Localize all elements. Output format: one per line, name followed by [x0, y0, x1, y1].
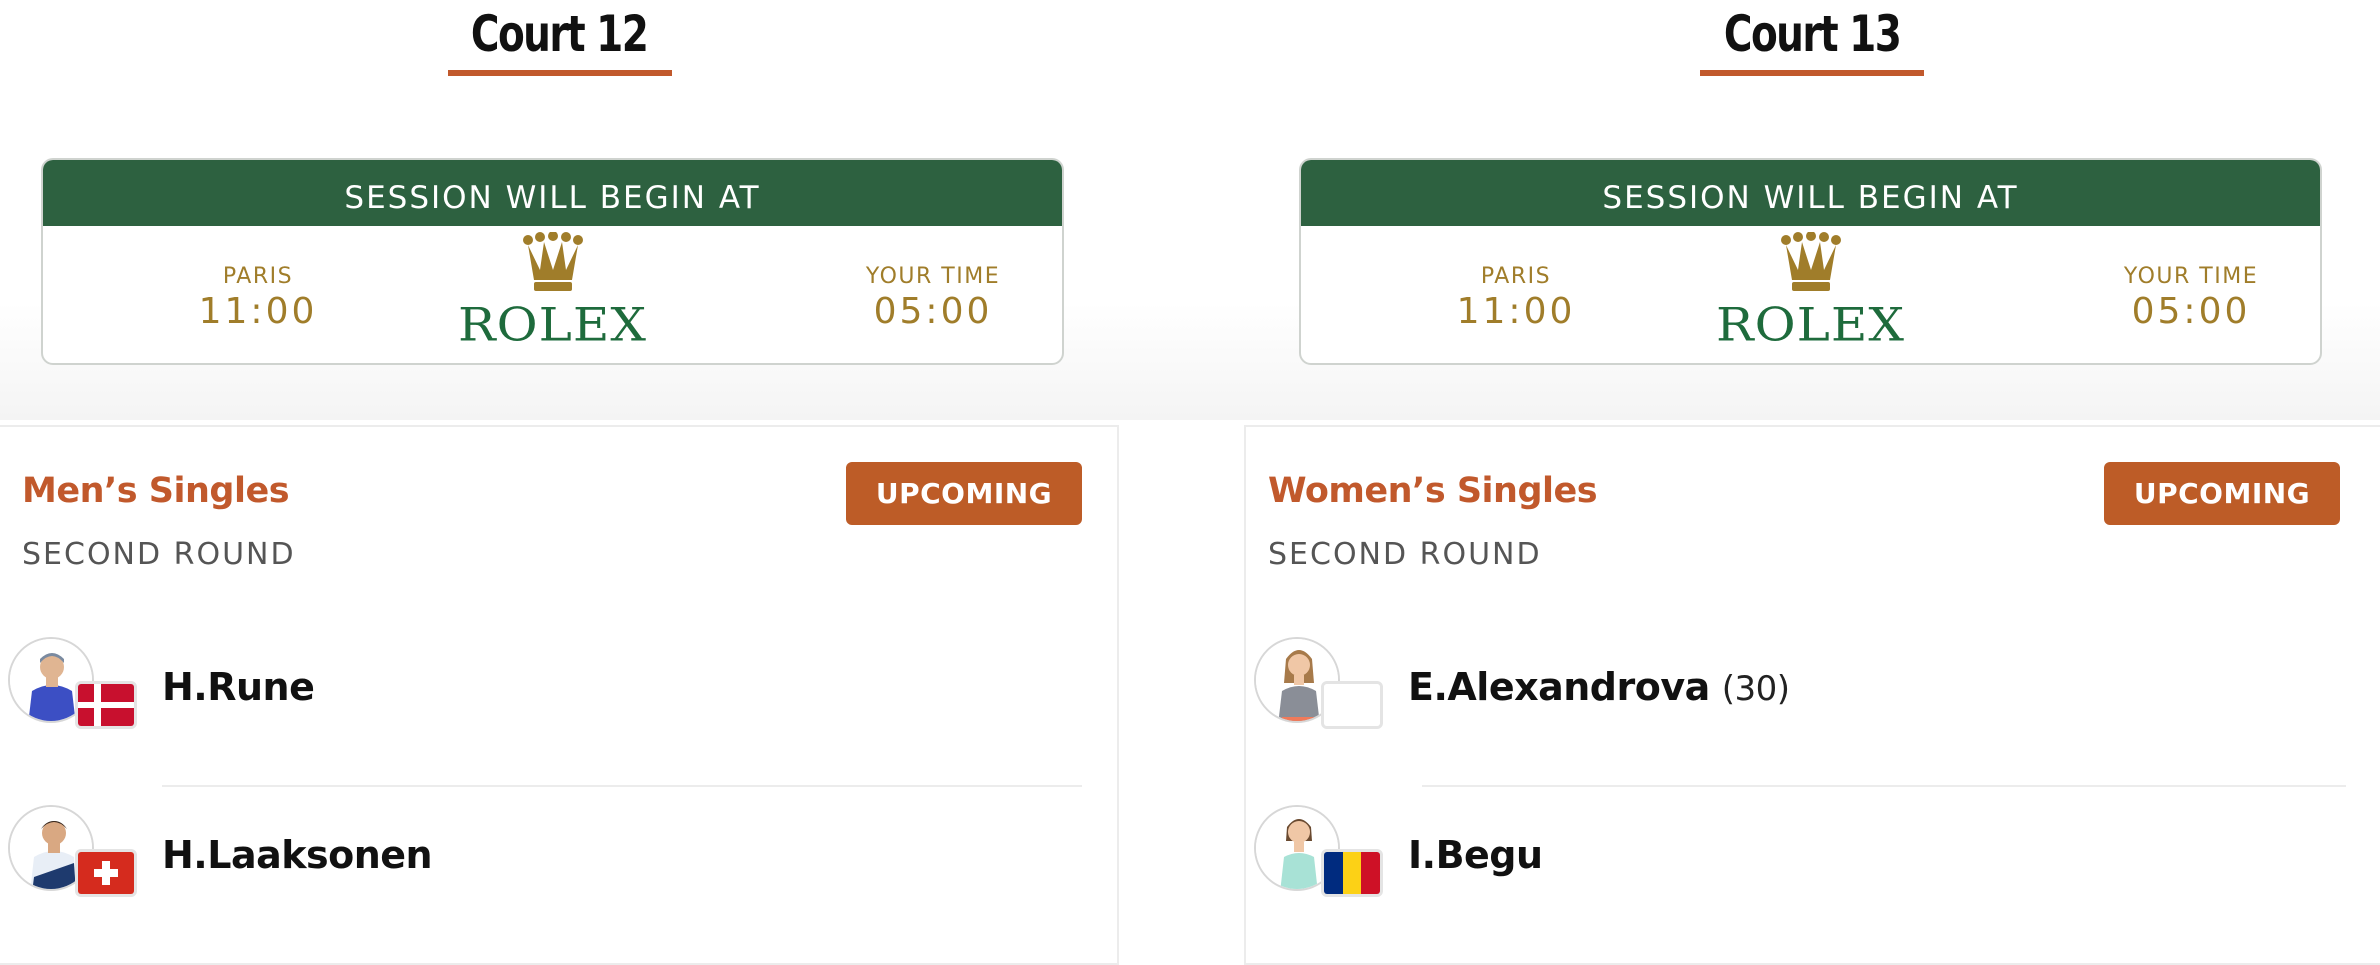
paris-time-block: PARIS 11:00 [1396, 264, 1636, 334]
your-time: 05:00 [873, 291, 993, 332]
your-time: 05:00 [2131, 291, 2251, 332]
rolex-crown-icon [1780, 232, 1841, 291]
court-title-text: Court 13 [1723, 5, 1902, 63]
paris-time-block: PARIS 11:00 [138, 264, 378, 334]
player-name: H.Rune [162, 665, 315, 709]
rolex-wordmark: ROLEX [1716, 298, 1905, 352]
match-card[interactable]: Women’s Singles SECOND ROUND UPCOMING E.… [1244, 425, 2380, 965]
event-name: Women’s Singles [1268, 471, 1598, 511]
rolex-logo: ROLEX [1696, 232, 1926, 350]
event-name: Men’s Singles [22, 471, 290, 511]
player-seed: (30) [1721, 669, 1790, 709]
paris-label: PARIS [222, 264, 294, 289]
session-start-panel: SESSION WILL BEGIN AT PARIS 11:00 ROLEX … [41, 158, 1064, 365]
round-name: SECOND ROUND [22, 537, 296, 572]
your-time-block: YOUR TIME 05:00 [2071, 264, 2311, 334]
player-name-text: H.Laaksonen [162, 833, 433, 877]
status-badge: UPCOMING [2104, 462, 2340, 525]
match-card[interactable]: Men’s Singles SECOND ROUND UPCOMING H.Ru… [0, 425, 1119, 965]
paris-time: 11:00 [198, 291, 318, 332]
rolex-crown-icon [522, 232, 583, 291]
paris-label: PARIS [1480, 264, 1552, 289]
your-time-label: YOUR TIME [2123, 264, 2259, 289]
rolex-logo: ROLEX [438, 232, 668, 350]
court-title-underline [447, 70, 672, 76]
switzerland-flag-icon [75, 849, 137, 897]
session-header: SESSION WILL BEGIN AT [43, 160, 1062, 226]
romania-flag-icon [1321, 849, 1383, 897]
court-title: Court 12 [0, 0, 1119, 80]
session-start-panel: SESSION WILL BEGIN AT PARIS 11:00 ROLEX … [1299, 158, 2322, 365]
blank-flag-icon [1321, 681, 1383, 729]
status-badge: UPCOMING [846, 462, 1082, 525]
rolex-wordmark: ROLEX [458, 298, 647, 352]
paris-time: 11:00 [1456, 291, 1576, 332]
your-time-label: YOUR TIME [865, 264, 1001, 289]
your-time-block: YOUR TIME 05:00 [813, 264, 1053, 334]
denmark-flag-icon [75, 681, 137, 729]
player-name-text: H.Rune [162, 665, 315, 709]
session-header: SESSION WILL BEGIN AT [1301, 160, 2320, 226]
player-name-text: E.Alexandrova [1408, 665, 1710, 709]
player-name: H.Laaksonen [162, 833, 433, 877]
court-title-text: Court 12 [471, 5, 649, 63]
player-name: E.Alexandrova (30) [1408, 665, 1790, 709]
player-divider [162, 785, 1082, 787]
player-divider [1422, 785, 2346, 787]
court-title-underline [1700, 70, 1924, 76]
player-name-text: I.Begu [1408, 833, 1543, 877]
player-name: I.Begu [1408, 833, 1543, 877]
round-name: SECOND ROUND [1268, 537, 1542, 572]
court-title: Court 13 [1244, 0, 2380, 80]
